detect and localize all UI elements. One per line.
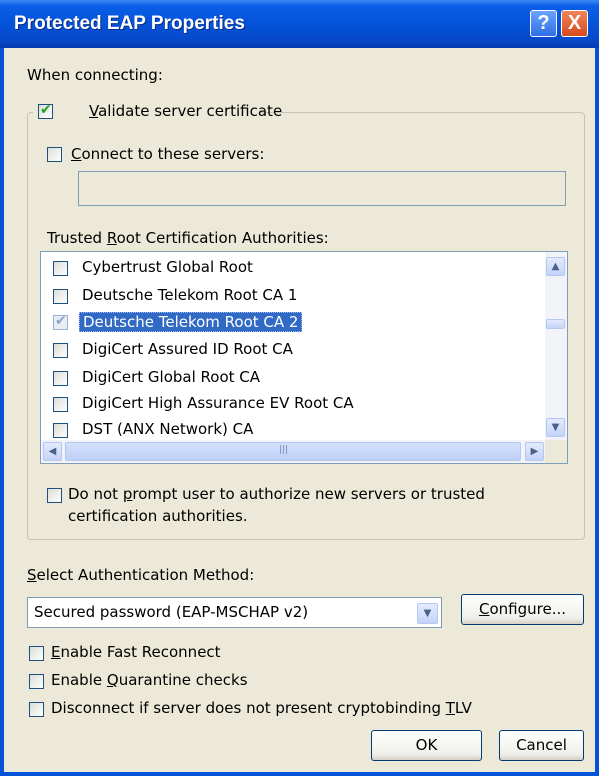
title-bar[interactable]: Protected EAP Properties ? X	[0, 0, 599, 48]
scroll-left-icon[interactable]: ◀	[43, 442, 62, 461]
servers-input[interactable]	[78, 171, 566, 206]
close-button[interactable]: X	[561, 10, 588, 37]
ca-checkbox[interactable]	[53, 343, 68, 358]
validate-checkbox[interactable]: ✔	[38, 102, 53, 119]
scroll-right-icon[interactable]: ▶	[525, 442, 544, 461]
cryptobinding-label: Disconnect if server does not present cr…	[51, 699, 472, 717]
noprompt-label-line2: certification authorities.	[68, 507, 248, 525]
horizontal-scrollbar[interactable]: ◀ ||| ▶	[41, 440, 547, 463]
grip-icon: |||	[279, 445, 289, 455]
dialog-window: Protected EAP Properties ? X When connec…	[0, 0, 599, 776]
ca-label: Cybertrust Global Root	[82, 258, 253, 276]
connect-label: Connect to these servers:	[71, 145, 265, 163]
validate-checkbox-wrapper[interactable]: ✔ Validate server certificate	[33, 100, 282, 124]
scroll-up-icon[interactable]: ▲	[546, 257, 565, 276]
ca-checkbox[interactable]	[53, 397, 68, 412]
chevron-down-icon[interactable]: ▼	[417, 603, 438, 624]
window-title: Protected EAP Properties	[14, 13, 245, 34]
when-connecting-label: When connecting:	[27, 66, 163, 84]
scroll-down-icon[interactable]: ▼	[546, 418, 565, 437]
list-item[interactable]: DigiCert High Assurance EV Root CA	[41, 390, 531, 418]
noprompt-label: Do not prompt user to authorize new serv…	[68, 485, 485, 503]
ca-label: Deutsche Telekom Root CA 1	[82, 286, 298, 304]
list-item[interactable]: DigiCert Assured ID Root CA	[41, 336, 531, 364]
ca-checkbox[interactable]	[53, 371, 68, 386]
auth-method-select[interactable]: Secured password (EAP-MSCHAP v2) ▼	[27, 597, 442, 628]
ca-checkbox[interactable]	[53, 289, 68, 304]
check-icon: ✔	[55, 313, 67, 329]
fast-reconnect-label: Enable Fast Reconnect	[51, 643, 221, 661]
trusted-ca-label: Trusted Root Certification Authorities:	[47, 229, 329, 247]
ca-label: Deutsche Telekom Root CA 2	[79, 312, 303, 332]
ca-label: DigiCert Assured ID Root CA	[82, 340, 293, 358]
validate-label: Validate server certificate	[89, 102, 283, 120]
quarantine-checkbox[interactable]	[29, 674, 44, 689]
ca-checkbox[interactable]	[53, 261, 68, 276]
scroll-corner	[545, 440, 567, 463]
quarantine-label: Enable Quarantine checks	[51, 671, 248, 689]
ca-label: DigiCert High Assurance EV Root CA	[82, 394, 354, 412]
help-button[interactable]: ?	[530, 10, 557, 37]
fast-reconnect-checkbox[interactable]	[29, 646, 44, 661]
connect-checkbox[interactable]	[47, 147, 62, 162]
noprompt-checkbox[interactable]	[47, 488, 62, 503]
ca-checkbox[interactable]	[53, 423, 68, 438]
ok-button[interactable]: OK	[371, 730, 482, 761]
ca-label: DigiCert Global Root CA	[82, 368, 261, 386]
list-item[interactable]: DigiCert Global Root CA	[41, 364, 531, 392]
cryptobinding-checkbox[interactable]	[29, 702, 44, 717]
list-item[interactable]: Cybertrust Global Root	[41, 254, 531, 282]
vertical-scrollbar[interactable]: ▲ ▼	[545, 252, 567, 440]
ca-list[interactable]: Cybertrust Global Root Deutsche Telekom …	[40, 251, 568, 464]
auth-method-label: Select Authentication Method:	[27, 566, 255, 584]
list-item[interactable]: Deutsche Telekom Root CA 1	[41, 282, 531, 310]
configure-button[interactable]: Configure...	[461, 594, 584, 625]
auth-method-value: Secured password (EAP-MSCHAP v2)	[34, 603, 309, 621]
horizontal-scroll-thumb[interactable]: |||	[65, 442, 521, 461]
cancel-button[interactable]: Cancel	[499, 730, 584, 761]
ca-checkbox[interactable]: ✔	[53, 313, 68, 330]
vertical-scroll-thumb[interactable]	[546, 319, 565, 329]
check-icon: ✔	[40, 102, 52, 118]
ca-label: DST (ANX Network) CA	[82, 420, 254, 438]
list-item-selected[interactable]: ✔ Deutsche Telekom Root CA 2	[41, 308, 531, 336]
